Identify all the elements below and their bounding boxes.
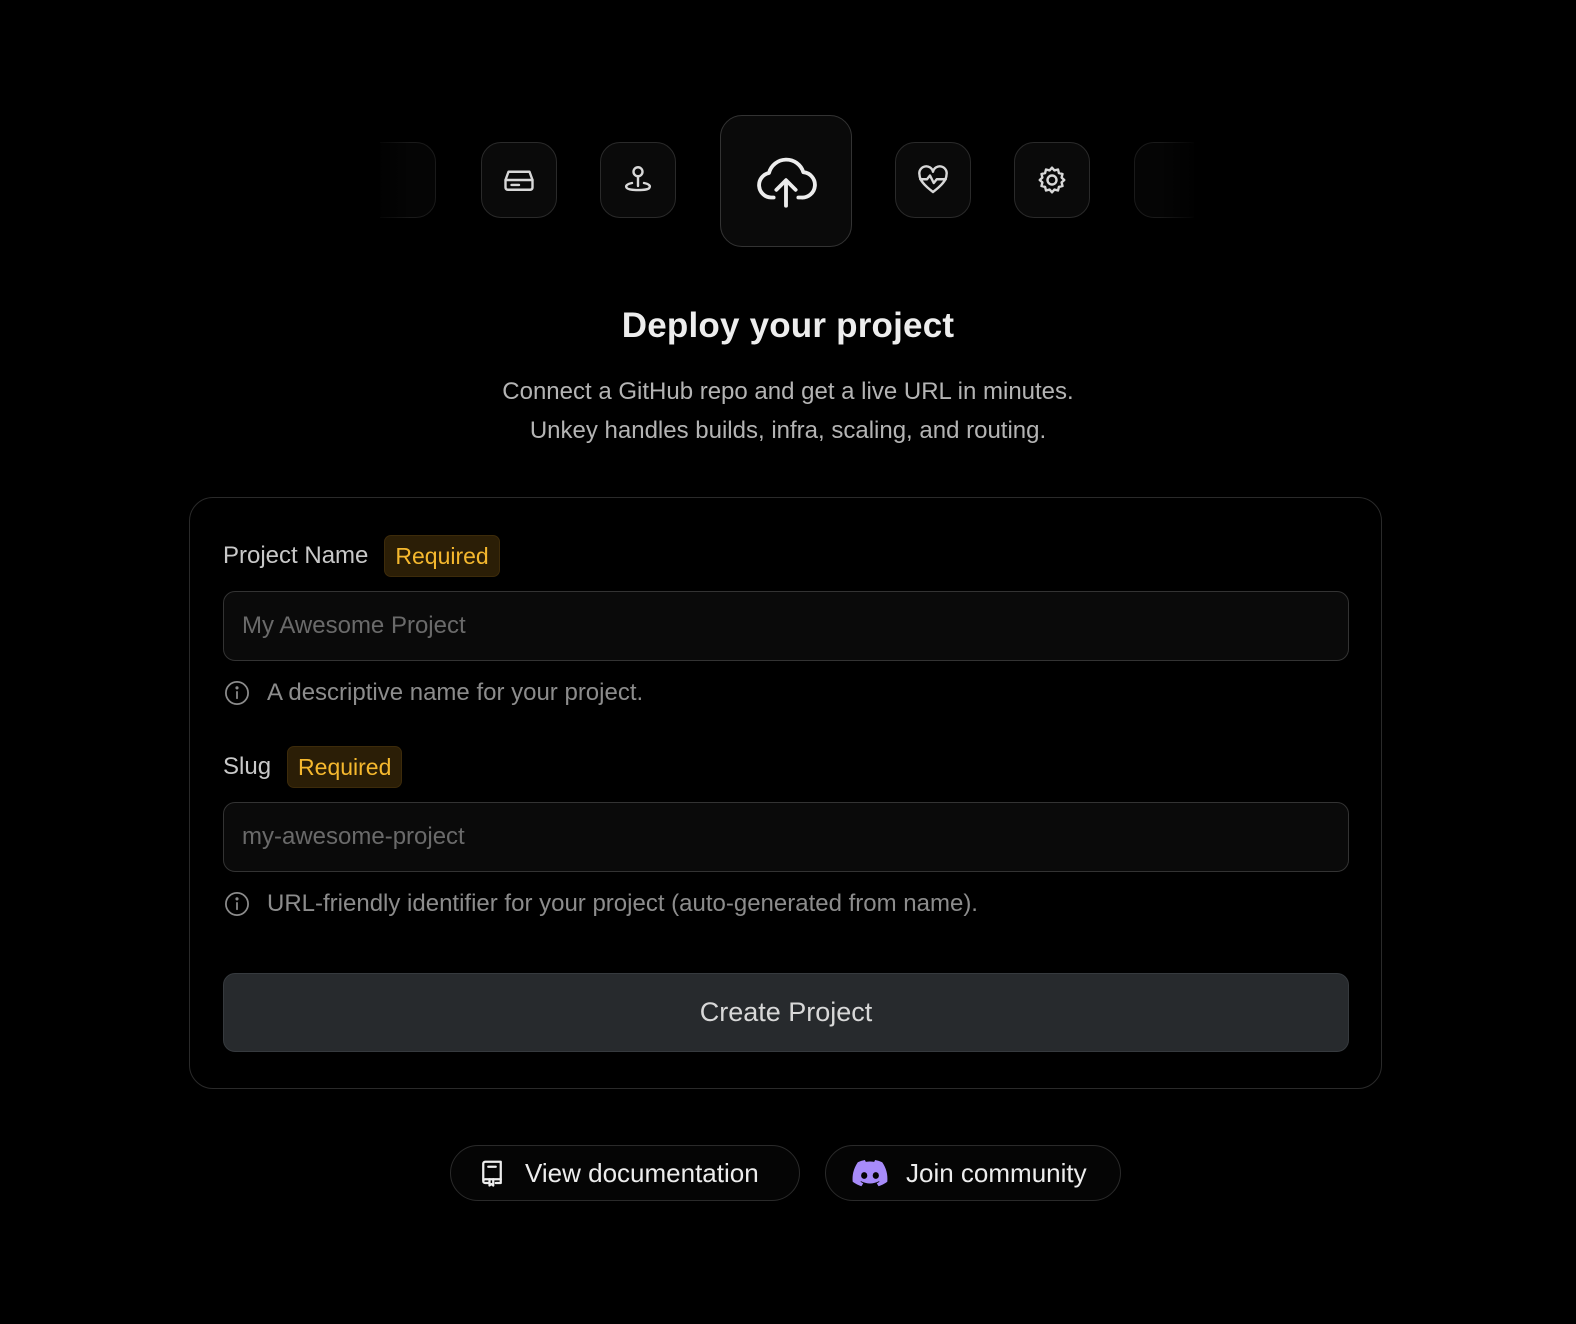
drive-tile xyxy=(481,142,557,218)
gear-icon xyxy=(1038,166,1066,194)
map-pin-tile xyxy=(600,142,676,218)
project-name-help-text: A descriptive name for your project. xyxy=(267,679,644,706)
gear-tile xyxy=(1014,142,1090,218)
slug-label-row: Slug Required xyxy=(223,746,403,788)
cloud-upload-tile xyxy=(720,115,852,247)
view-documentation-label: View documentation xyxy=(525,1157,759,1188)
carousel-clip-left xyxy=(0,0,380,260)
cloud-upload-icon xyxy=(757,157,817,208)
icon-carousel xyxy=(0,0,1576,260)
project-name-label: Project Name xyxy=(223,542,369,569)
page-title: Deploy your project xyxy=(621,306,955,345)
book-icon xyxy=(482,1160,502,1187)
map-pin-icon xyxy=(625,166,651,192)
required-badge: Required xyxy=(287,746,403,788)
project-name-input[interactable] xyxy=(223,591,1349,661)
join-community-link[interactable]: Join community xyxy=(825,1145,1121,1201)
footer-links: View documentation Join community xyxy=(0,1145,1576,1201)
subtitle-line-2: Unkey handles builds, infra, scaling, an… xyxy=(529,417,1047,444)
create-project-button[interactable]: Create Project xyxy=(223,973,1349,1052)
create-project-form: Project Name Required A descriptive name… xyxy=(189,497,1382,1089)
slug-help: URL-friendly identifier for your project… xyxy=(223,890,978,918)
slug-help-text: URL-friendly identifier for your project… xyxy=(267,890,978,917)
carousel-clip-right xyxy=(1194,0,1576,260)
required-badge: Required xyxy=(384,535,500,577)
info-icon xyxy=(225,681,249,705)
page-subtitle: Connect a GitHub repo and get a live URL… xyxy=(0,372,1576,450)
heart-pulse-tile xyxy=(895,142,971,218)
slug-label: Slug xyxy=(223,753,272,780)
heart-pulse-icon xyxy=(918,165,948,194)
slug-input[interactable] xyxy=(223,802,1349,872)
carousel-fade-left xyxy=(370,130,410,230)
project-name-help: A descriptive name for your project. xyxy=(223,679,643,707)
drive-icon xyxy=(504,170,534,191)
project-name-label-row: Project Name Required xyxy=(223,535,500,577)
discord-icon xyxy=(852,1160,888,1187)
subtitle-line-1: Connect a GitHub repo and get a live URL… xyxy=(502,378,1074,405)
deploy-page: Deploy your project Connect a GitHub rep… xyxy=(0,0,1576,1324)
join-community-label: Join community xyxy=(906,1157,1087,1188)
view-documentation-link[interactable]: View documentation xyxy=(450,1145,800,1201)
info-icon xyxy=(225,892,249,916)
carousel-fade-right xyxy=(1160,130,1200,230)
